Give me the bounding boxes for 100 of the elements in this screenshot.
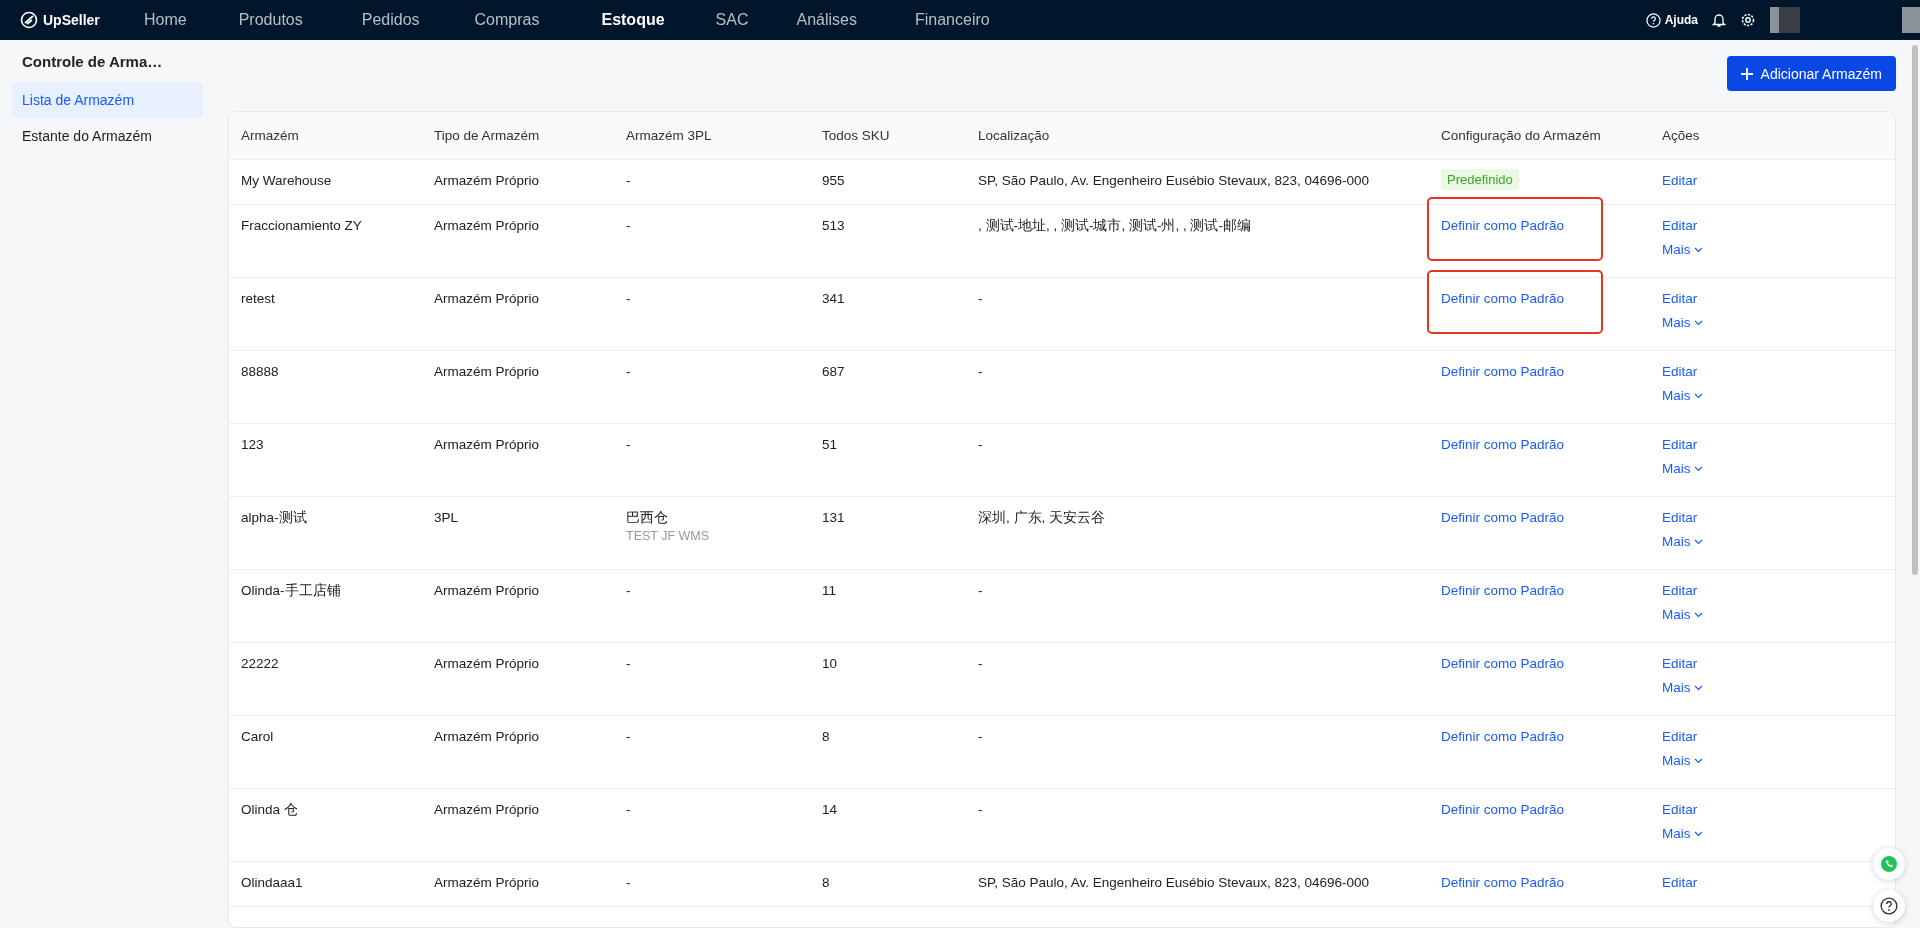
table-cell-text: SP, São Paulo, Av. Engenheiro Eusébio Stevaux, 823, 04696-000	[978, 874, 1371, 891]
set-default-link[interactable]: Definir como Padrão	[1441, 655, 1565, 672]
chevron-down-icon	[1693, 392, 1703, 399]
table-cell-text: Armazém Próprio	[434, 290, 541, 307]
table-cell-text: alpha-测试	[241, 509, 308, 526]
more-link[interactable]: Mais	[1662, 241, 1703, 258]
set-default-link[interactable]: Definir como Padrão	[1441, 874, 1565, 891]
table-cell-text: -	[626, 801, 632, 818]
nav-tab[interactable]: Home	[144, 11, 187, 29]
set-default-link[interactable]: Definir como Padrão	[1441, 582, 1565, 599]
table-cell-text: -	[978, 436, 984, 453]
table-cell-text: 341	[822, 290, 846, 307]
logo-icon	[20, 11, 38, 29]
help-link[interactable]: Ajuda	[1645, 12, 1698, 28]
edit-link[interactable]: Editar	[1662, 874, 1698, 891]
table-cell-text: 3PL	[434, 509, 460, 526]
table-cell-text: 955	[822, 172, 846, 189]
chevron-down-icon	[1693, 830, 1703, 837]
table-cell-text: Olinda-手工店铺	[241, 582, 342, 599]
table-cell-text: Armazém Próprio	[434, 655, 541, 672]
nav-tab[interactable]: Financeiro	[915, 11, 990, 29]
table-cell-text: 10	[822, 655, 839, 672]
nav-tab[interactable]: Pedidos	[361, 11, 420, 29]
column-header: Configuração do Armazém	[1429, 112, 1650, 160]
table-cell-text: 51	[822, 436, 839, 453]
edit-link[interactable]: Editar	[1662, 655, 1698, 672]
table-cell-text: 巴西仓	[626, 509, 669, 526]
column-header: Armazém	[229, 112, 422, 160]
table-cell-text: -	[626, 363, 632, 380]
edit-link[interactable]: Editar	[1662, 582, 1698, 599]
table-cell-text: -	[978, 655, 984, 672]
bell-icon[interactable]	[1712, 12, 1726, 28]
edit-link[interactable]: Editar	[1662, 801, 1698, 818]
table-cell-text: -	[978, 290, 984, 307]
column-header: Localização	[966, 112, 1429, 160]
nav-tab[interactable]: Análises	[796, 11, 857, 29]
sidebar-item[interactable]: Lista de Armazém	[12, 82, 203, 118]
table-cell-text: 131	[822, 509, 846, 526]
more-link[interactable]: Mais	[1662, 533, 1703, 550]
edit-link[interactable]: Editar	[1662, 290, 1698, 307]
settings-icon[interactable]	[1740, 12, 1756, 28]
table-cell-text: Armazém Próprio	[434, 801, 541, 818]
edit-link[interactable]: Editar	[1662, 172, 1698, 189]
chevron-down-icon	[1693, 757, 1703, 764]
table-cell-text: 687	[822, 363, 846, 380]
add-warehouse-button[interactable]: Adicionar Armazém	[1726, 56, 1896, 91]
edit-link[interactable]: Editar	[1662, 436, 1698, 453]
set-default-link[interactable]: Definir como Padrão	[1441, 217, 1565, 234]
scrollbar[interactable]	[1912, 45, 1918, 575]
edit-link[interactable]: Editar	[1662, 217, 1698, 234]
column-header: Todos SKU	[810, 112, 966, 160]
table-cell-text: Carol	[241, 728, 275, 745]
set-default-link[interactable]: Definir como Padrão	[1441, 728, 1565, 745]
help-button[interactable]	[1873, 890, 1905, 922]
chevron-down-icon	[1693, 465, 1703, 472]
more-link[interactable]: Mais	[1662, 606, 1703, 623]
column-header: Tipo de Armazém	[422, 112, 614, 160]
chevron-down-icon	[1693, 611, 1703, 618]
table-cell-text: -	[626, 172, 632, 189]
table-cell-text: -	[978, 582, 984, 599]
table-cell-text: Olinda 仓	[241, 801, 299, 818]
more-link[interactable]: Mais	[1662, 825, 1703, 842]
edit-link[interactable]: Editar	[1662, 363, 1698, 380]
sidebar-item[interactable]: Estante do Armazém	[12, 118, 203, 154]
table-cell-text: 11	[822, 582, 837, 599]
table-cell-text: , 测试-地址, , 测试-城市, 测试-州, , 测试-邮编	[978, 217, 1252, 234]
set-default-link[interactable]: Definir como Padrão	[1441, 436, 1565, 453]
table-cell-text: Armazém Próprio	[434, 363, 541, 380]
set-default-link[interactable]: Definir como Padrão	[1441, 290, 1565, 307]
brand-logo[interactable]: UpSeller	[20, 11, 144, 29]
more-link[interactable]: Mais	[1662, 387, 1703, 404]
more-link[interactable]: Mais	[1662, 460, 1703, 477]
set-default-link[interactable]: Definir como Padrão	[1441, 801, 1565, 818]
nav-tab[interactable]: SAC	[715, 11, 749, 29]
table-cell-text: 14	[822, 801, 839, 818]
set-default-link[interactable]: Definir como Padrão	[1441, 363, 1565, 380]
more-link[interactable]: Mais	[1662, 314, 1703, 331]
more-link[interactable]: Mais	[1662, 752, 1703, 769]
chevron-down-icon	[1693, 538, 1703, 545]
nav-tab[interactable]: Produtos	[238, 11, 303, 29]
nav-tab[interactable]: Estoque	[601, 11, 665, 29]
table-cell-text: Armazém Próprio	[434, 874, 541, 891]
table-cell-text: Olindaaa1	[241, 874, 304, 891]
table-cell-text: 22222	[241, 655, 280, 672]
column-header: Armazém 3PL	[614, 112, 810, 160]
nav-tab[interactable]: Compras	[474, 11, 540, 29]
plus-icon	[1740, 67, 1753, 80]
table-cell-text: 深圳, 广东, 天安云谷	[978, 509, 1106, 526]
table-cell-text: Armazém Próprio	[434, 436, 541, 453]
more-link[interactable]: Mais	[1662, 679, 1703, 696]
table-cell-text: -	[626, 874, 632, 891]
table-cell-text: Armazém Próprio	[434, 172, 541, 189]
set-default-link[interactable]: Definir como Padrão	[1441, 509, 1565, 526]
table-cell-text: 513	[822, 217, 846, 234]
chevron-down-icon	[1693, 246, 1703, 253]
edit-link[interactable]: Editar	[1662, 728, 1698, 745]
table-cell-text: -	[626, 436, 632, 453]
edit-link[interactable]: Editar	[1662, 509, 1698, 526]
table-cell-text: 123	[241, 436, 265, 453]
help-icon	[1880, 897, 1898, 915]
